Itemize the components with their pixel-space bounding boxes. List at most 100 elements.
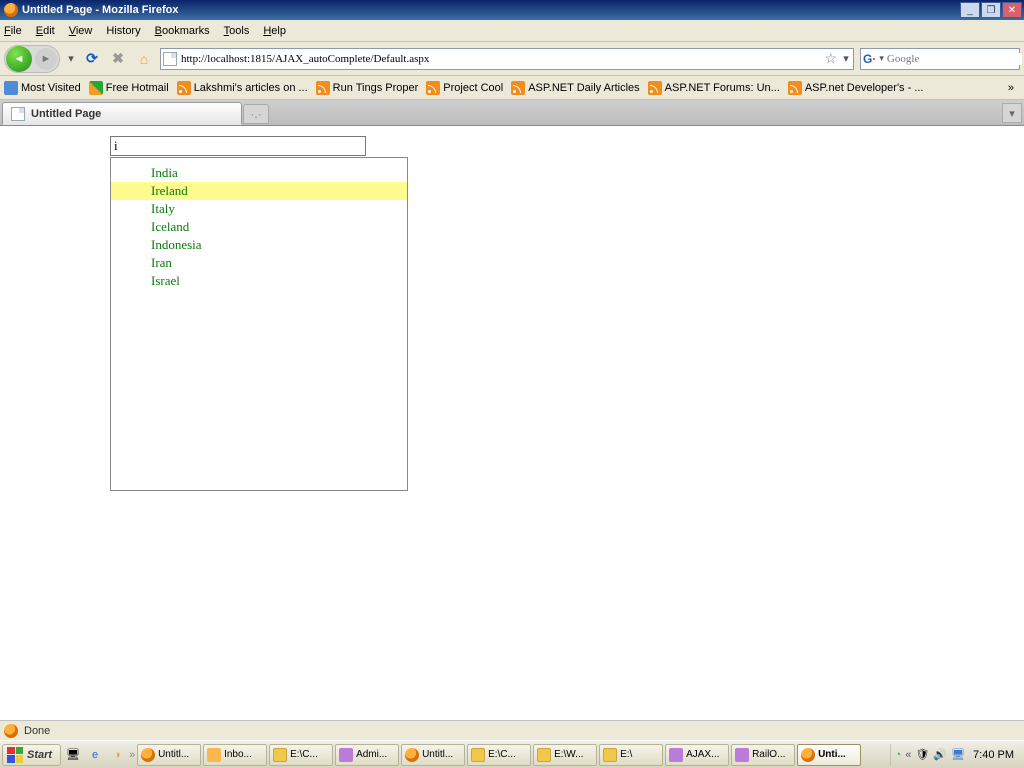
autocomplete-item[interactable]: Iran xyxy=(111,254,407,272)
bookmark-item[interactable]: ASP.net Developer's - ... xyxy=(788,81,924,95)
bookmark-item[interactable]: Run Tings Proper xyxy=(316,81,419,95)
bookmark-item[interactable]: ASP.NET Daily Articles xyxy=(511,81,639,95)
menu-file[interactable]: File xyxy=(4,25,22,37)
bookmark-label: Project Cool xyxy=(443,82,503,94)
task-icon xyxy=(207,748,221,762)
task-icon xyxy=(339,748,353,762)
quicklaunch-ie[interactable]: e xyxy=(85,745,105,765)
taskbar-button[interactable]: RailO... xyxy=(731,744,795,766)
bookmark-item[interactable]: Most Visited xyxy=(4,81,81,95)
quicklaunch-outlook[interactable]: ◑ xyxy=(107,745,127,765)
menu-edit[interactable]: Edit xyxy=(36,25,55,37)
autocomplete-item[interactable]: Italy xyxy=(111,200,407,218)
task-label: Untitl... xyxy=(422,749,453,760)
quicklaunch-overflow[interactable]: » xyxy=(129,749,135,761)
menu-history[interactable]: History xyxy=(106,25,140,37)
hm-icon xyxy=(89,81,103,95)
bookmark-item[interactable]: ASP.NET Forums: Un... xyxy=(648,81,780,95)
bookmark-label: Run Tings Proper xyxy=(333,82,419,94)
start-button[interactable]: Start xyxy=(2,744,61,766)
minimize-button[interactable]: _ xyxy=(960,2,980,18)
bookmark-label: ASP.net Developer's - ... xyxy=(805,82,924,94)
close-button[interactable]: ✕ xyxy=(1002,2,1022,18)
autocomplete-dropdown: IndiaIrelandItalyIcelandIndonesiaIranIsr… xyxy=(110,157,408,491)
mv-icon xyxy=(4,81,18,95)
url-dropdown[interactable]: ▾ xyxy=(841,52,851,65)
task-label: E:\ xyxy=(620,749,632,760)
taskbar-button[interactable]: Untitl... xyxy=(137,744,201,766)
menu-bar: File Edit View History Bookmarks Tools H… xyxy=(0,20,1024,42)
tray-icon[interactable]: 🔊 xyxy=(933,748,947,761)
bookmark-item[interactable]: Free Hotmail xyxy=(89,81,169,95)
bookmark-item[interactable]: Project Cool xyxy=(426,81,503,95)
url-bar[interactable]: ☆ ▾ xyxy=(160,48,854,70)
bookmark-star-icon[interactable]: ☆ xyxy=(824,50,837,67)
rss-icon xyxy=(316,81,330,95)
quicklaunch-desktop[interactable]: 🖥 xyxy=(63,745,83,765)
page-icon xyxy=(163,52,177,66)
task-icon xyxy=(273,748,287,762)
taskbar-button[interactable]: AJAX... xyxy=(665,744,729,766)
tab-page-icon xyxy=(11,107,25,121)
taskbar-button[interactable]: E:\ xyxy=(599,744,663,766)
menu-view[interactable]: View xyxy=(69,25,93,37)
taskbar-clock[interactable]: 7:40 PM xyxy=(969,749,1018,761)
reload-button[interactable]: ⟳ xyxy=(82,49,102,69)
system-tray: ◔ « 🛡 🔊 🖥 7:40 PM xyxy=(890,744,1022,766)
back-forward-group: ◄ ► xyxy=(4,45,60,73)
task-icon xyxy=(141,748,155,762)
bookmark-label: Most Visited xyxy=(21,82,81,94)
bookmarks-overflow[interactable]: » xyxy=(1002,82,1020,94)
maximize-button[interactable]: ❐ xyxy=(981,2,1001,18)
rss-icon xyxy=(426,81,440,95)
tabs-list-button[interactable]: ▾ xyxy=(1002,103,1022,123)
new-tab-button[interactable]: ·․· xyxy=(243,104,269,124)
task-icon xyxy=(735,748,749,762)
autocomplete-item[interactable]: Israel xyxy=(111,272,407,290)
taskbar-button[interactable]: E:\W... xyxy=(533,744,597,766)
autocomplete-item[interactable]: Indonesia xyxy=(111,236,407,254)
stop-button[interactable]: ✖ xyxy=(108,49,128,69)
firefox-status-icon xyxy=(4,724,18,738)
back-button[interactable]: ◄ xyxy=(6,46,32,72)
tray-icon[interactable]: ◔ xyxy=(895,749,902,761)
menu-bookmarks[interactable]: Bookmarks xyxy=(155,25,210,37)
task-label: AJAX... xyxy=(686,749,719,760)
rss-icon xyxy=(788,81,802,95)
bookmarks-toolbar: Most Visited Free Hotmail Lakshmi's articl… xyxy=(0,76,1024,100)
history-dropdown[interactable]: ▾ xyxy=(66,52,76,65)
autocomplete-input[interactable] xyxy=(110,136,366,156)
tray-icon[interactable]: 🖥 xyxy=(951,748,965,761)
taskbar-button[interactable]: Inbo... xyxy=(203,744,267,766)
window-title: Untitled Page - Mozilla Firefox xyxy=(22,4,960,16)
page-content: IndiaIrelandItalyIcelandIndonesiaIranIsr… xyxy=(0,126,1024,720)
tab-title: Untitled Page xyxy=(31,108,101,120)
autocomplete-item[interactable]: India xyxy=(111,164,407,182)
taskbar-button[interactable]: Admi... xyxy=(335,744,399,766)
task-label: RailO... xyxy=(752,749,785,760)
tab-active[interactable]: Untitled Page xyxy=(2,102,242,125)
search-input[interactable] xyxy=(887,53,1022,65)
task-label: Untitl... xyxy=(158,749,189,760)
taskbar-button[interactable]: E:\C... xyxy=(467,744,531,766)
task-icon xyxy=(603,748,617,762)
home-button[interactable]: ⌂ xyxy=(134,49,154,69)
tray-icon[interactable]: 🛡 xyxy=(915,748,929,761)
taskbar-button[interactable]: Unti... xyxy=(797,744,861,766)
search-engine-dropdown[interactable]: ▾ xyxy=(879,53,884,64)
status-bar: Done xyxy=(0,720,1024,740)
bookmark-item[interactable]: Lakshmi's articles on ... xyxy=(177,81,308,95)
task-icon xyxy=(801,748,815,762)
task-icon xyxy=(405,748,419,762)
tray-expand[interactable]: « xyxy=(905,749,911,761)
menu-tools[interactable]: Tools xyxy=(224,25,250,37)
rss-icon xyxy=(648,81,662,95)
menu-help[interactable]: Help xyxy=(263,25,286,37)
autocomplete-item[interactable]: Ireland xyxy=(111,182,407,200)
autocomplete-item[interactable]: Iceland xyxy=(111,218,407,236)
forward-button[interactable]: ► xyxy=(35,48,57,70)
taskbar-button[interactable]: Untitl... xyxy=(401,744,465,766)
taskbar-button[interactable]: E:\C... xyxy=(269,744,333,766)
url-input[interactable] xyxy=(181,53,820,65)
search-bar[interactable]: G· ▾ 🔍 xyxy=(860,48,1020,70)
